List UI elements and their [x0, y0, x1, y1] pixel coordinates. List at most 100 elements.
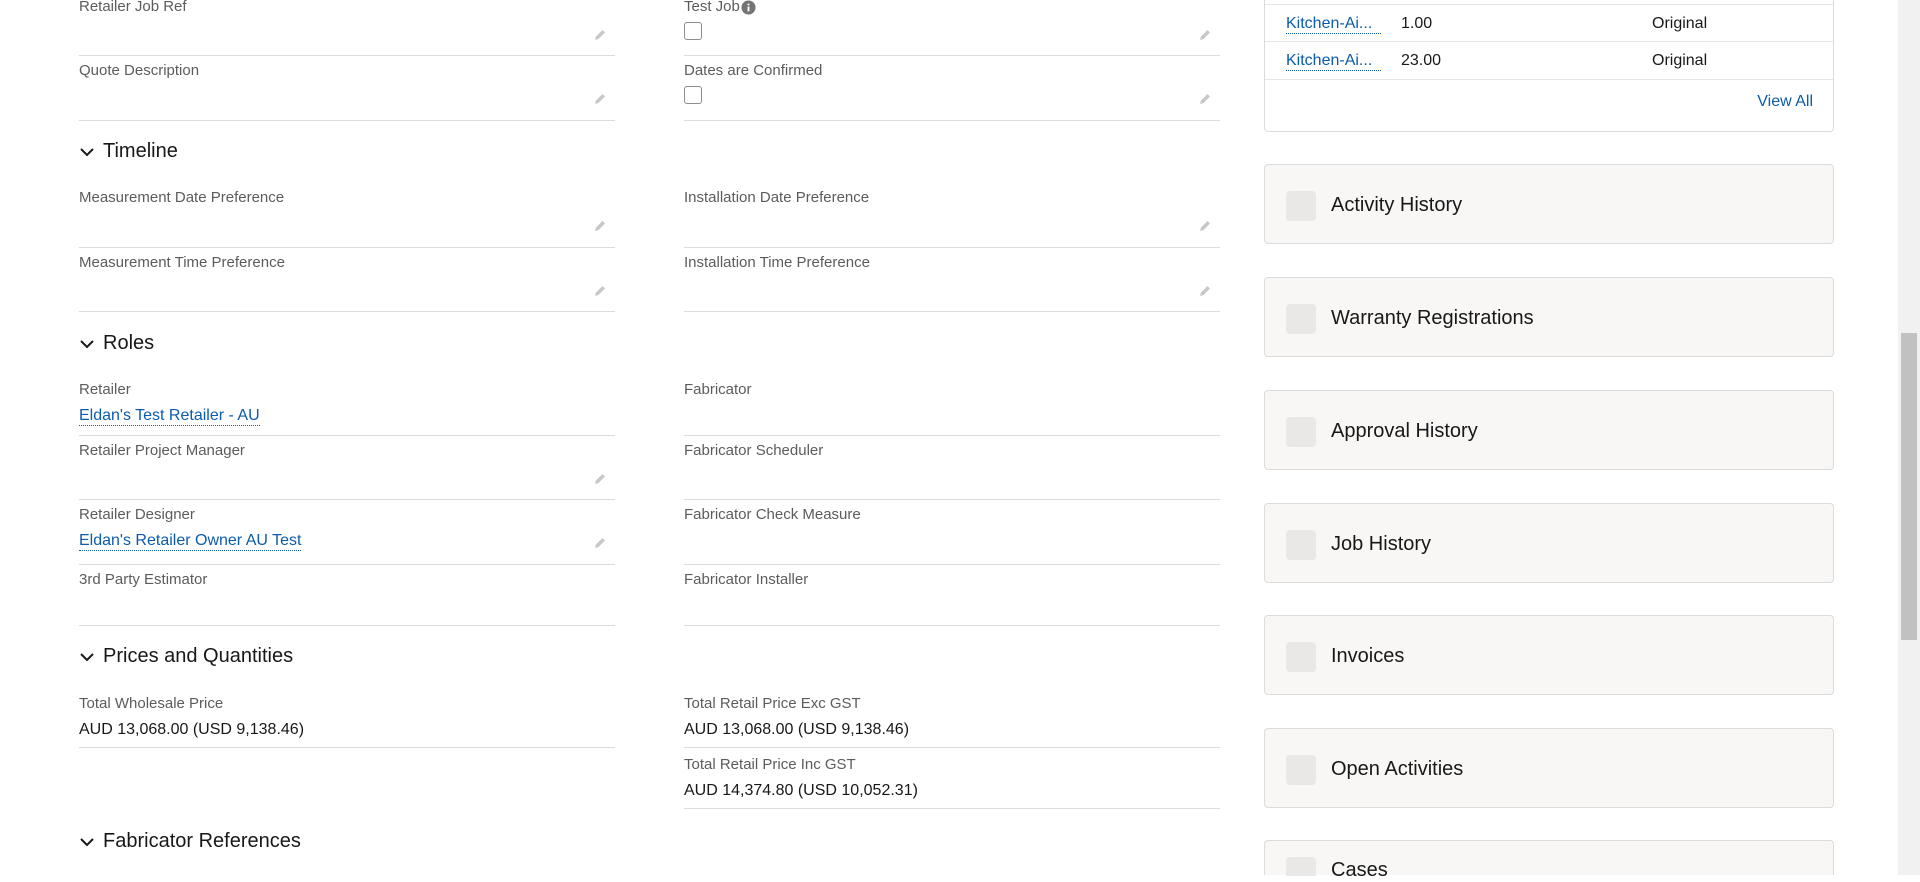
section-roles[interactable]: Roles	[77, 332, 154, 355]
chevron-down-icon	[80, 147, 94, 156]
card-title: Job History	[1331, 533, 1432, 555]
pencil-icon[interactable]	[593, 28, 607, 42]
field-label: Total Retail Price Exc GST	[684, 695, 861, 712]
field-label: Retailer Project Manager	[79, 442, 245, 459]
field-label: Retailer	[79, 381, 131, 398]
pencil-icon[interactable]	[593, 472, 607, 486]
field-label: Fabricator	[684, 381, 752, 398]
field-label: Total Wholesale Price	[79, 695, 224, 712]
card-job-history[interactable]: Job History	[1264, 503, 1834, 583]
test-job-field: Test Job	[684, 0, 1220, 56]
field-label: Dates are Confirmed	[684, 62, 823, 79]
open-activities-icon	[1286, 755, 1316, 785]
total-wholesale-field: Total Wholesale Price AUD 13,068.00 (USD…	[79, 695, 615, 748]
section-title: Roles	[103, 332, 155, 354]
dates-confirmed-checkbox[interactable]	[684, 86, 702, 104]
field-label: Fabricator Scheduler	[684, 442, 824, 459]
warranty-icon	[1286, 304, 1316, 334]
approval-icon	[1286, 417, 1316, 447]
fabricator-field: Fabricator	[684, 381, 1220, 436]
fabricator-scheduler-field: Fabricator Scheduler	[684, 442, 1220, 500]
field-label: Fabricator Check Measure	[684, 506, 861, 523]
card-title: Open Activities	[1331, 758, 1464, 780]
pencil-icon[interactable]	[593, 284, 607, 298]
card-invoices[interactable]: Invoices	[1264, 615, 1834, 695]
card-approval-history[interactable]: Approval History	[1264, 390, 1834, 470]
section-timeline[interactable]: Timeline	[77, 140, 178, 163]
fabricator-installer-field: Fabricator Installer	[684, 571, 1220, 626]
row-name-link[interactable]: Kitchen-Ai...	[1286, 15, 1381, 34]
invoice-icon	[1286, 642, 1316, 672]
field-label: Installation Time Preference	[684, 254, 870, 271]
card-open-activities[interactable]: Open Activities	[1264, 728, 1834, 808]
field-label: Fabricator Installer	[684, 571, 809, 588]
table-row[interactable]: Kitchen-Ai... 23.00 Original	[1265, 41, 1833, 80]
installation-date-field: Installation Date Preference	[684, 189, 1220, 248]
third-party-field: 3rd Party Estimator	[79, 571, 615, 626]
row-status: Original	[1652, 15, 1708, 32]
field-label: Quote Description	[79, 62, 200, 79]
measurement-time-field: Measurement Time Preference	[79, 254, 615, 312]
field-label: Installation Date Preference	[684, 189, 870, 206]
related-list-card: Kitchen-Ai... 1.00 Original Kitchen-Ai..…	[1264, 0, 1834, 132]
cases-icon	[1286, 857, 1316, 876]
retailer-job-ref-field: Retailer Job Ref	[79, 0, 615, 56]
scrollbar-thumb[interactable]	[1901, 333, 1917, 640]
measurement-date-field: Measurement Date Preference	[79, 189, 615, 248]
card-title: Cases	[1331, 859, 1388, 881]
field-label: Retailer Designer	[79, 506, 195, 523]
chevron-down-icon	[80, 837, 94, 846]
field-label: Test Job	[684, 0, 740, 15]
field-label: Measurement Date Preference	[79, 189, 285, 206]
pencil-icon[interactable]	[1198, 219, 1212, 233]
retailer-pm-field: Retailer Project Manager	[79, 442, 615, 500]
section-prices[interactable]: Prices and Quantities	[77, 645, 293, 668]
retailer-designer-link[interactable]: Eldan's Retailer Owner AU Test	[79, 532, 302, 551]
row-name-link[interactable]: Kitchen-Ai...	[1286, 52, 1381, 71]
field-label: Retailer Job Ref	[79, 0, 187, 15]
quote-description-field: Quote Description	[79, 62, 615, 121]
total-retail-exc-field: Total Retail Price Exc GST AUD 13,068.00…	[684, 695, 1220, 748]
table-row[interactable]: Kitchen-Ai... 1.00 Original	[1265, 4, 1833, 42]
card-cases[interactable]: Cases	[1264, 840, 1834, 881]
chevron-down-icon	[80, 652, 94, 661]
fabricator-check-field: Fabricator Check Measure	[684, 506, 1220, 565]
pencil-icon[interactable]	[593, 219, 607, 233]
test-job-checkbox[interactable]	[684, 22, 702, 40]
row-status: Original	[1652, 52, 1708, 69]
field-label: 3rd Party Estimator	[79, 571, 208, 588]
retailer-field: Retailer Eldan's Test Retailer - AU	[79, 381, 615, 436]
field-value: AUD 13,068.00 (USD 9,138.46)	[79, 721, 305, 738]
row-qty: 23.00	[1401, 52, 1442, 69]
section-title: Fabricator References	[103, 830, 301, 852]
pencil-icon[interactable]	[593, 536, 607, 550]
card-title: Activity History	[1331, 194, 1463, 216]
chevron-down-icon	[80, 339, 94, 348]
pencil-icon[interactable]	[1198, 92, 1212, 106]
total-retail-inc-field: Total Retail Price Inc GST AUD 14,374.80…	[684, 756, 1220, 809]
field-label: Total Retail Price Inc GST	[684, 756, 856, 773]
activity-history-icon	[1286, 191, 1316, 221]
card-title: Approval History	[1331, 420, 1478, 442]
field-label: Measurement Time Preference	[79, 254, 285, 271]
info-icon[interactable]	[741, 0, 756, 15]
row-qty: 1.00	[1401, 15, 1433, 32]
pencil-icon[interactable]	[1198, 284, 1212, 298]
pencil-icon[interactable]	[593, 92, 607, 106]
field-value: AUD 14,374.80 (USD 10,052.31)	[684, 782, 918, 799]
pencil-icon[interactable]	[1198, 28, 1212, 42]
section-fabricator-references[interactable]: Fabricator References	[77, 830, 301, 853]
retailer-link[interactable]: Eldan's Test Retailer - AU	[79, 407, 260, 426]
section-title: Timeline	[103, 140, 178, 162]
section-title: Prices and Quantities	[103, 645, 294, 667]
retailer-designer-field: Retailer Designer Eldan's Retailer Owner…	[79, 506, 615, 565]
installation-time-field: Installation Time Preference	[684, 254, 1220, 312]
dates-confirmed-field: Dates are Confirmed	[684, 62, 1220, 121]
job-history-icon	[1286, 530, 1316, 560]
field-value: AUD 13,068.00 (USD 9,138.46)	[684, 721, 910, 738]
card-title: Invoices	[1331, 645, 1405, 667]
card-warranty-registrations[interactable]: Warranty Registrations	[1264, 277, 1834, 357]
card-title: Warranty Registrations	[1331, 307, 1534, 329]
view-all-link[interactable]: View All	[1757, 93, 1813, 111]
card-activity-history[interactable]: Activity History	[1264, 164, 1834, 244]
